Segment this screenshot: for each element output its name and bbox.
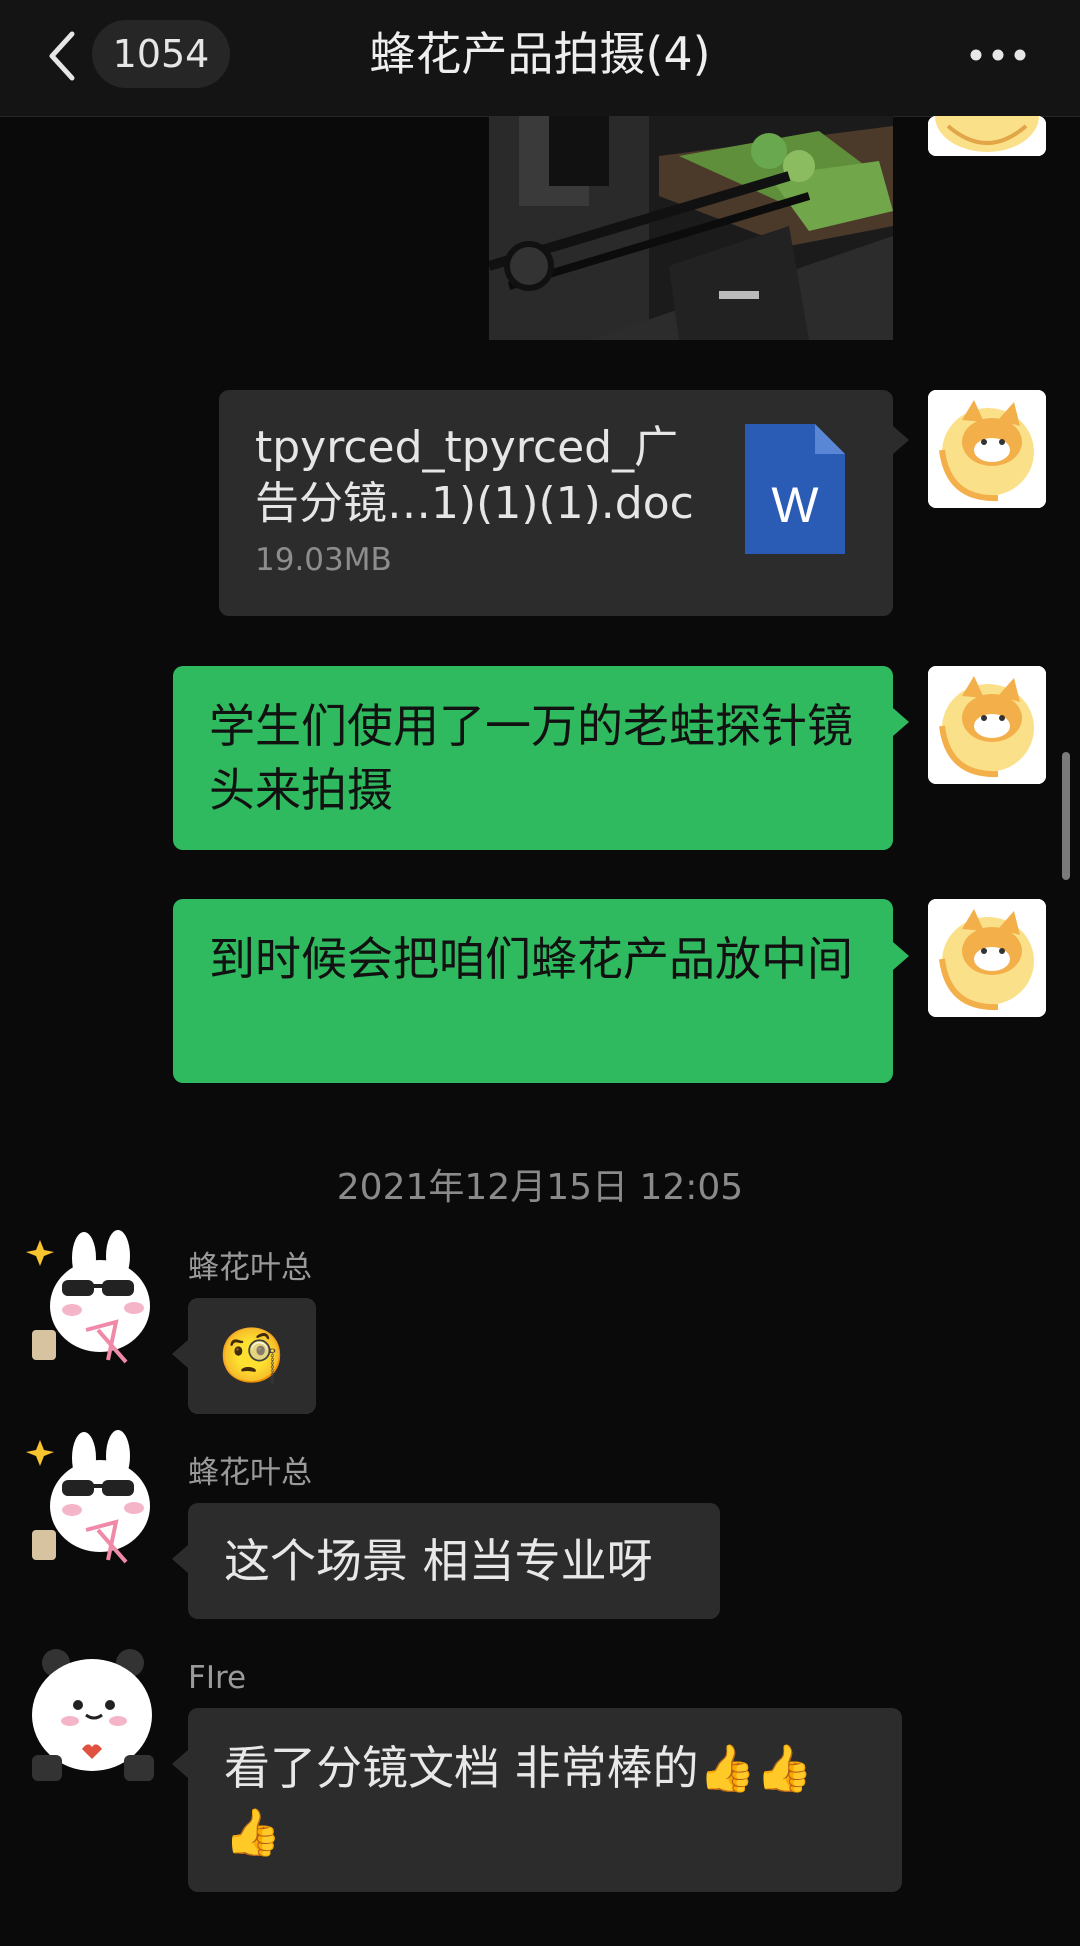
- text-message[interactable]: 看了分镜文档 非常棒的👍👍👍: [188, 1708, 902, 1892]
- my-avatar[interactable]: [928, 390, 1046, 508]
- contact-avatar[interactable]: [26, 1430, 156, 1570]
- sender-name: 蜂花叶总: [188, 1250, 312, 1286]
- photo-image: [489, 116, 893, 340]
- bubble-tail: [172, 1750, 188, 1778]
- message-timestamp: 2021年12月15日 12:05: [336, 1167, 744, 1208]
- word-doc-icon: W: [745, 424, 845, 554]
- cat-avatar-icon: [928, 666, 1046, 784]
- sender-name: FIre: [188, 1660, 247, 1696]
- chat-screen: 1054 蜂花产品拍摄(4) tpyrced_tpyrced_广告分镜…1)(1…: [0, 0, 1080, 1946]
- sender-name: 蜂花叶总: [188, 1455, 312, 1491]
- bunny-avatar-icon: [26, 1230, 150, 1364]
- bubble-tail: [893, 942, 909, 970]
- my-avatar[interactable]: [928, 116, 1046, 156]
- chat-header: 1054 蜂花产品拍摄(4): [0, 0, 1080, 117]
- file-message[interactable]: tpyrced_tpyrced_广告分镜…1)(1)(1).doc 19.03M…: [219, 390, 893, 616]
- bubble-tail: [172, 1545, 188, 1573]
- text-message[interactable]: 学生们使用了一万的老蛙探针镜头来拍摄: [173, 666, 893, 850]
- message-text: 这个场景 相当专业呀: [224, 1534, 653, 1588]
- emoji-message[interactable]: 🧐: [188, 1298, 316, 1414]
- chat-title: 蜂花产品拍摄(4): [369, 27, 711, 81]
- bubble-tail: [893, 426, 909, 454]
- more-dots-icon[interactable]: [968, 40, 1028, 70]
- bubble-tail: [172, 1340, 188, 1368]
- text-message[interactable]: 这个场景 相当专业呀: [188, 1503, 720, 1619]
- message-text: 看了分镜文档 非常棒的👍👍👍: [224, 1741, 814, 1859]
- message-text: 到时候会把咱们蜂花产品放中间: [209, 932, 853, 986]
- text-message[interactable]: 到时候会把咱们蜂花产品放中间: [173, 899, 893, 1083]
- contact-avatar[interactable]: [26, 1230, 156, 1370]
- my-avatar[interactable]: [928, 666, 1046, 784]
- cat-avatar-icon: [928, 390, 1046, 508]
- panda-avatar-icon: [32, 1649, 154, 1781]
- contact-avatar[interactable]: [26, 1645, 156, 1785]
- cat-avatar-icon: [928, 899, 1046, 1017]
- bubble-tail: [893, 708, 909, 736]
- my-avatar[interactable]: [928, 899, 1046, 1017]
- svg-text:W: W: [771, 477, 819, 533]
- photo-message[interactable]: [489, 116, 893, 340]
- message-text: 🧐: [218, 1324, 286, 1387]
- scrollbar-thumb[interactable]: [1062, 752, 1070, 880]
- bunny-avatar-icon: [26, 1430, 150, 1564]
- file-size: 19.03MB: [255, 542, 392, 578]
- file-name: tpyrced_tpyrced_广告分镜…1)(1)(1).doc: [255, 422, 694, 529]
- message-text: 学生们使用了一万的老蛙探针镜头来拍摄: [209, 699, 853, 817]
